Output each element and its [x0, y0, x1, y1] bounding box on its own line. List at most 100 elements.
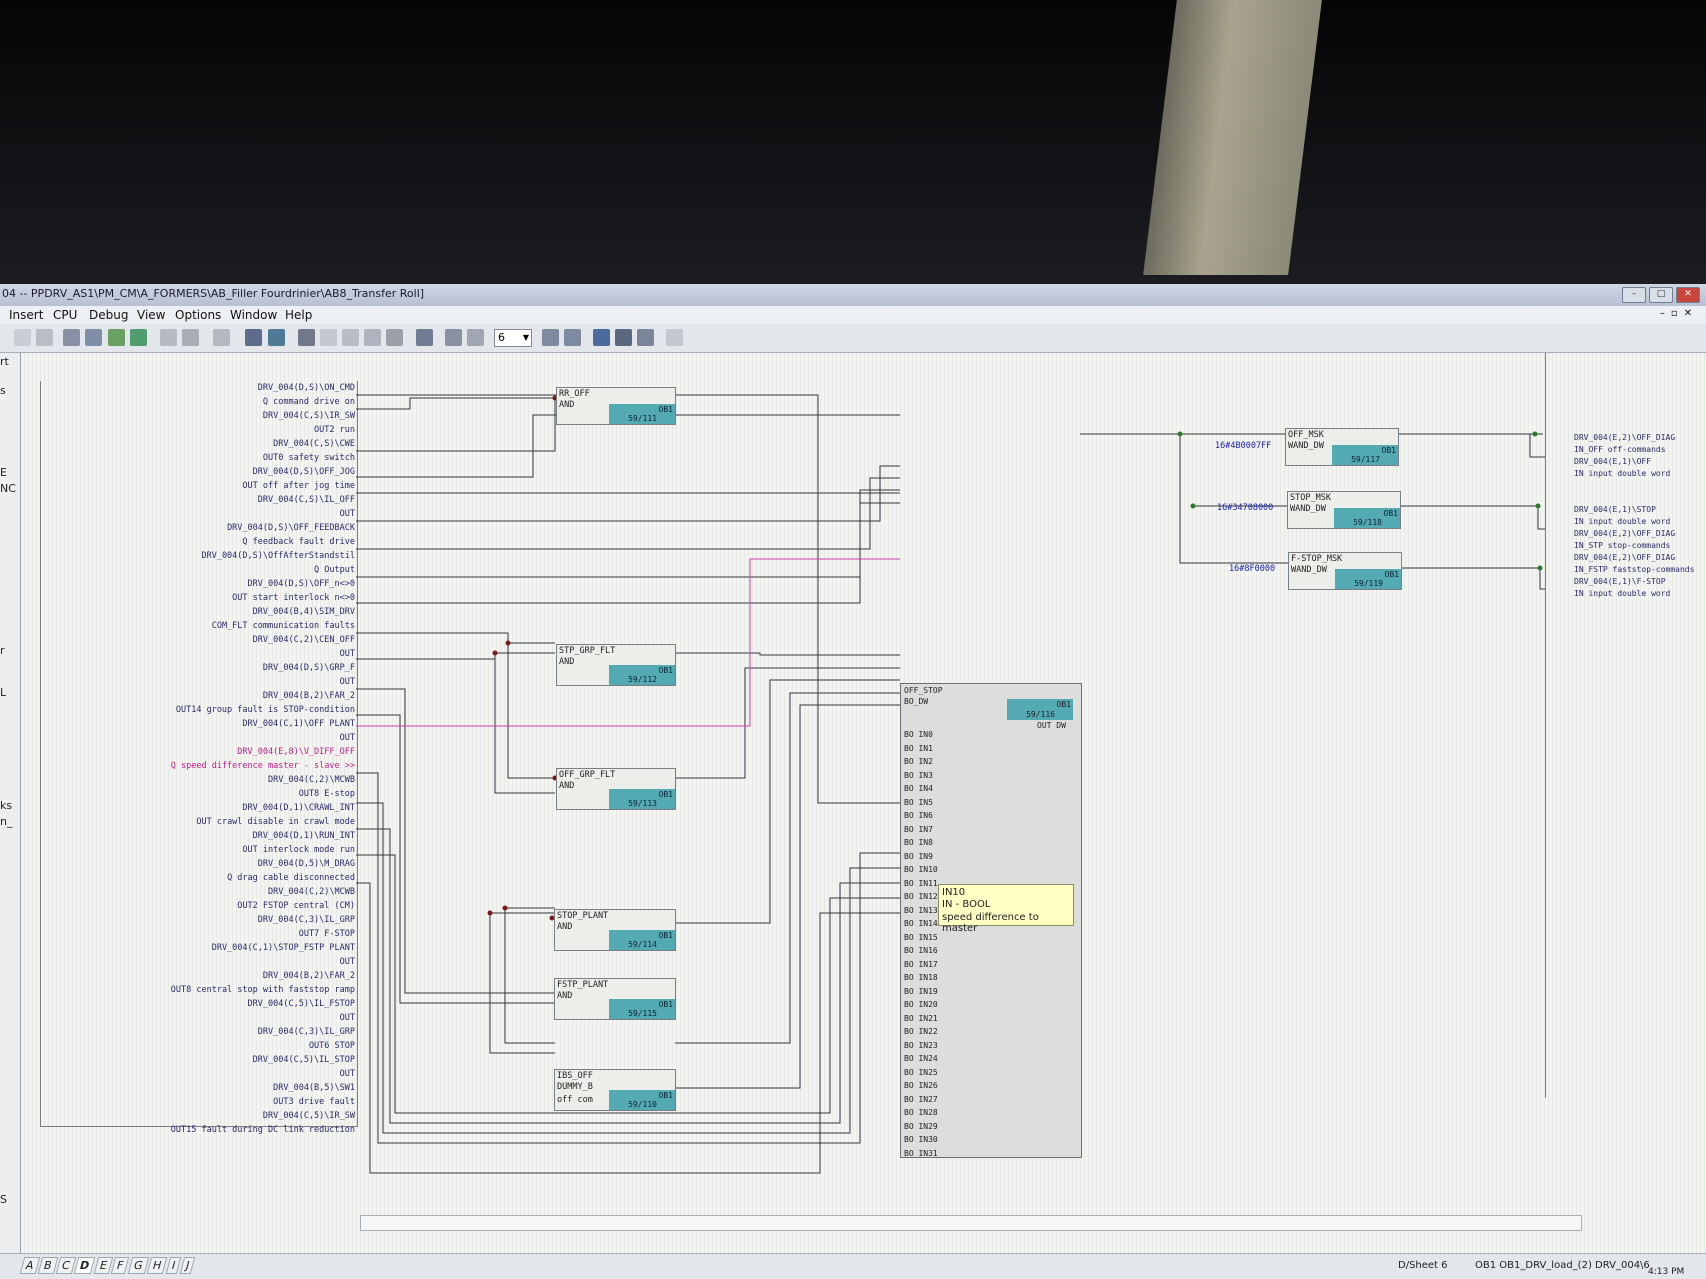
split-icon[interactable] — [615, 329, 632, 346]
menu-window[interactable]: Window — [230, 308, 277, 322]
block-input-pin[interactable]: BO IN2 — [904, 757, 933, 766]
sheet-tab[interactable]: A — [19, 1257, 40, 1274]
block-fstp-plant[interactable]: FSTP_PLANT AND OB1 59/115 — [554, 978, 676, 1020]
minimize-button[interactable]: – — [1622, 287, 1646, 303]
block-input-pin[interactable]: BO IN13 — [904, 906, 938, 915]
block-input-pin[interactable]: BO IN24 — [904, 1054, 938, 1063]
sheet-icon[interactable] — [386, 329, 403, 346]
monitor-icon[interactable] — [245, 329, 262, 346]
sheet-tab-active[interactable]: D — [73, 1257, 96, 1274]
block-name: IBS_OFF — [557, 1071, 593, 1081]
block-input-pin[interactable]: BO IN30 — [904, 1135, 938, 1144]
block-off-msk[interactable]: OFF_MSK WAND_DW OB1 59/117 — [1285, 428, 1399, 466]
block-number: 59/118 — [1353, 518, 1382, 527]
block-input-pin[interactable]: BO IN4 — [904, 784, 933, 793]
block-input-pin[interactable]: BO IN9 — [904, 852, 933, 861]
block-stp-grp-flt[interactable]: STP_GRP_FLT AND OB1 59/112 — [556, 644, 676, 686]
block-input-pin[interactable]: BO IN29 — [904, 1122, 938, 1131]
block-number: 59/111 — [628, 414, 657, 423]
block-name: OFF_GRP_FLT — [559, 770, 616, 780]
block-input-pin[interactable]: BO IN21 — [904, 1014, 938, 1023]
block-input-pin[interactable]: BO IN20 — [904, 1000, 938, 1009]
sheet-tab[interactable]: B — [37, 1257, 58, 1274]
block-input-pin[interactable]: BO IN8 — [904, 838, 933, 847]
cut-icon[interactable] — [342, 329, 359, 346]
block-output-pin[interactable]: OUT DW — [1037, 721, 1066, 730]
connect-icon[interactable] — [130, 329, 147, 346]
sheet-tab[interactable]: F — [111, 1257, 130, 1274]
block-input-pin[interactable]: BO IN1 — [904, 744, 933, 753]
block-input-pin[interactable]: BO IN22 — [904, 1027, 938, 1036]
arrow-icon[interactable] — [182, 329, 199, 346]
block-input-pin[interactable]: BO IN5 — [904, 798, 933, 807]
sheet-tab[interactable]: C — [55, 1257, 77, 1274]
block-input-pin[interactable]: BO IN26 — [904, 1081, 938, 1090]
block-input-pin[interactable]: BO IN23 — [904, 1041, 938, 1050]
menu-view[interactable]: View — [137, 308, 165, 322]
block-tag: OB1 59/110 — [609, 1090, 675, 1110]
tree-icon[interactable] — [108, 329, 125, 346]
zoom-select[interactable]: 6 ▼ — [494, 329, 532, 347]
menu-debug[interactable]: Debug — [89, 308, 128, 322]
block-input-pin[interactable]: BO IN12 — [904, 892, 938, 901]
chart-workarea[interactable]: rt s E NC r L ks n_ S DRV_004(D,S)\ON_CM… — [0, 353, 1706, 1253]
sheet-tab[interactable]: G — [127, 1257, 149, 1274]
block-ibs-off[interactable]: IBS_OFF DUMMY_B off com OB1 59/110 — [554, 1069, 676, 1111]
menu-insert[interactable]: Insert — [9, 308, 43, 322]
block-name: FSTP_PLANT — [557, 980, 609, 990]
grid-icon[interactable] — [445, 329, 462, 346]
block-input-pin[interactable]: BO IN10 — [904, 865, 938, 874]
menu-cpu[interactable]: CPU — [53, 308, 77, 322]
columns-icon[interactable] — [637, 329, 654, 346]
paste-icon[interactable] — [36, 329, 53, 346]
sheet-tab[interactable]: J — [179, 1257, 196, 1274]
block-off-grp-flt[interactable]: OFF_GRP_FLT AND OB1 59/113 — [556, 768, 676, 810]
block-input-pin[interactable]: BO IN18 — [904, 973, 938, 982]
table-icon[interactable] — [85, 329, 102, 346]
menu-help[interactable]: Help — [285, 308, 312, 322]
help-icon[interactable] — [666, 329, 683, 346]
block-icon[interactable] — [213, 329, 230, 346]
close-button[interactable]: ✕ — [1676, 287, 1700, 303]
frame-icon[interactable] — [467, 329, 484, 346]
block-input-pin[interactable]: BO IN0 — [904, 730, 933, 739]
fit-icon[interactable] — [416, 329, 433, 346]
block-input-pin[interactable]: BO IN31 — [904, 1149, 938, 1158]
block-ob: OB1 — [658, 931, 673, 940]
mdi-window-buttons[interactable]: –▫✕ — [1660, 308, 1698, 319]
windows-icon[interactable] — [593, 329, 610, 346]
block-input-pin[interactable]: BO IN16 — [904, 946, 938, 955]
chart-icon[interactable] — [268, 329, 285, 346]
maximize-button[interactable]: □ — [1649, 287, 1673, 303]
block-input-pin[interactable]: BO IN6 — [904, 811, 933, 820]
block-input-pin[interactable]: BO IN14 — [904, 919, 938, 928]
block-input-pin[interactable]: BO IN17 — [904, 960, 938, 969]
block-stop-plant[interactable]: STOP_PLANT AND OB1 59/114 — [554, 909, 676, 951]
comment-icon[interactable] — [364, 329, 381, 346]
block-input-pin[interactable]: BO IN11 — [904, 879, 938, 888]
block-input-pin[interactable]: BO IN19 — [904, 987, 938, 996]
edit-icon[interactable] — [298, 329, 315, 346]
block-rr-off[interactable]: RR_OFF AND OB1 59/111 — [556, 387, 676, 425]
block-number: 59/114 — [628, 940, 657, 949]
block-input-pin[interactable]: BO IN28 — [904, 1108, 938, 1117]
layout-icon[interactable] — [63, 329, 80, 346]
copy-icon[interactable] — [14, 329, 31, 346]
print-icon[interactable] — [160, 329, 177, 346]
block-stop-msk[interactable]: STOP_MSK WAND_DW OB1 59/118 — [1287, 491, 1401, 529]
block-input-pin[interactable]: BO IN15 — [904, 933, 938, 942]
horizontal-scrollbar[interactable] — [360, 1215, 1582, 1231]
block-input-pin[interactable]: BO IN7 — [904, 825, 933, 834]
sheet-tab[interactable]: H — [146, 1257, 168, 1274]
block-input-pin[interactable]: BO IN3 — [904, 771, 933, 780]
link-icon[interactable] — [320, 329, 337, 346]
block-input-pin[interactable]: BO IN27 — [904, 1095, 938, 1104]
block-f-stop-msk[interactable]: F-STOP_MSK WAND_DW OB1 59/119 — [1288, 552, 1402, 590]
block-ob: OB1 — [658, 405, 673, 414]
tooltip-pin-type: IN - BOOL — [942, 899, 991, 910]
block-name: OFF_MSK — [1288, 430, 1324, 440]
menu-options[interactable]: Options — [175, 308, 221, 322]
zoom-out-icon[interactable] — [564, 329, 581, 346]
zoom-in-icon[interactable] — [542, 329, 559, 346]
block-input-pin[interactable]: BO IN25 — [904, 1068, 938, 1077]
